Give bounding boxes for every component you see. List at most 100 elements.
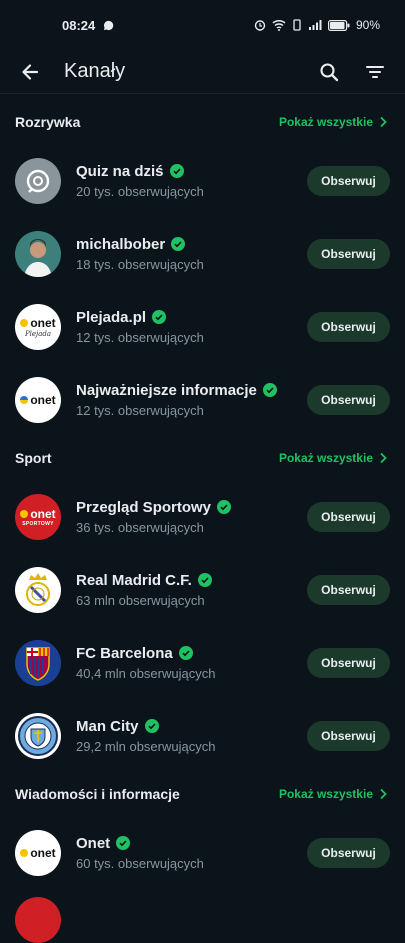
- channel-row[interactable]: Quiz na dziś 20 tys. obserwujących Obser…: [0, 144, 405, 217]
- see-all-link[interactable]: Pokaż wszystkie: [279, 451, 387, 465]
- channel-avatar-michalbober: [15, 230, 61, 277]
- follow-button[interactable]: Obserwuj: [307, 720, 390, 751]
- channel-followers: 29,2 mln obserwujących: [76, 738, 216, 754]
- channel-row[interactable]: Real Madrid C.F. 63 mln obserwujących Ob…: [0, 553, 405, 626]
- app-bar: Kanały: [0, 50, 405, 94]
- channel-avatar-real-madrid: [15, 566, 61, 613]
- channel-name: Przegląd Sportowy: [76, 498, 212, 516]
- channel-row[interactable]: michalbober 18 tys. obserwujących Obserw…: [0, 217, 405, 290]
- follow-button[interactable]: Obserwuj: [307, 574, 390, 605]
- wifi-icon: [272, 19, 286, 31]
- channel-name: FC Barcelona: [76, 644, 173, 662]
- channel-followers: 63 mln obserwujących: [76, 592, 205, 608]
- verified-icon: [262, 383, 277, 397]
- channel-row[interactable]: onet SPORTOWY Przegląd Sportowy 36 tys. …: [0, 480, 405, 553]
- follow-button[interactable]: Obserwuj: [307, 384, 390, 415]
- channel-name: Man City: [76, 717, 139, 735]
- fc-barcelona-crest-icon: [15, 639, 61, 686]
- chevron-right-icon: [380, 452, 387, 464]
- follow-button[interactable]: Obserwuj: [307, 311, 390, 342]
- verified-icon: [171, 237, 186, 251]
- channel-row-partial[interactable]: [0, 889, 405, 943]
- see-all-label: Pokaż wszystkie: [278, 451, 373, 465]
- section-title: Rozrywka: [15, 114, 81, 130]
- onet-logo: onet: [20, 845, 56, 860]
- verified-icon: [116, 836, 131, 850]
- onet-dot-icon: [20, 318, 29, 327]
- channel-avatar-najwazniejsze: onet: [15, 376, 61, 423]
- follow-button[interactable]: Obserwuj: [307, 238, 390, 269]
- onet-logo-text: onet: [30, 845, 56, 860]
- chevron-right-icon: [380, 788, 387, 800]
- filter-button[interactable]: [357, 54, 393, 90]
- channel-name: Onet: [76, 834, 111, 852]
- channel-followers: 40,4 mln obserwujących: [76, 665, 216, 681]
- page-title: Kanały: [64, 60, 126, 82]
- see-all-link[interactable]: Pokaż wszystkie: [279, 115, 387, 129]
- channel-name: Real Madrid C.F.: [76, 571, 192, 589]
- signal-icon: [308, 20, 322, 30]
- real-madrid-crest-icon: [26, 572, 50, 606]
- channel-followers: 18 tys. obserwujących: [76, 256, 204, 272]
- channel-followers: 20 tys. obserwujących: [76, 183, 204, 199]
- see-all-link[interactable]: Pokaż wszystkie: [279, 787, 387, 801]
- channel-avatar-partial: [15, 897, 61, 943]
- channel-name: Quiz na dziś: [76, 162, 164, 180]
- follow-button[interactable]: Obserwuj: [307, 647, 390, 678]
- section-header-rozrywka: Rozrywka Pokaż wszystkie: [0, 100, 405, 144]
- quiz-logo-icon: [26, 169, 50, 193]
- section-title: Sport: [15, 450, 52, 466]
- filter-icon: [365, 65, 385, 78]
- plejada-logo-text: Plejada: [24, 329, 52, 338]
- channel-followers: 12 tys. obserwujących: [76, 329, 204, 345]
- channel-avatar-man-city: [15, 712, 61, 759]
- onet-logo-text: onet: [30, 506, 56, 521]
- status-time: 08:24: [62, 17, 96, 33]
- chat-notification-icon: [104, 20, 114, 30]
- channel-avatar-przeglad: onet SPORTOWY: [15, 493, 61, 540]
- verified-icon: [178, 646, 193, 660]
- follow-button[interactable]: Obserwuj: [307, 165, 390, 196]
- section-header-wiadomosci: Wiadomości i informacje Pokaż wszystkie: [0, 772, 405, 816]
- onet-logo-text: onet: [30, 392, 56, 407]
- follow-button[interactable]: Obserwuj: [307, 501, 390, 532]
- onet-logo: onet: [20, 315, 56, 330]
- channel-avatar-barcelona: [15, 639, 61, 686]
- status-bar: 08:24 90%: [0, 0, 405, 50]
- onet-logo: onet: [20, 392, 56, 407]
- sportowy-logo-text: SPORTOWY: [22, 520, 54, 527]
- search-button[interactable]: [311, 54, 347, 90]
- follow-button[interactable]: Obserwuj: [307, 837, 390, 868]
- search-icon: [320, 62, 339, 81]
- channel-row[interactable]: onet Onet 60 tys. obserwujących Obserwuj: [0, 816, 405, 889]
- channel-followers: 12 tys. obserwujących: [76, 402, 204, 418]
- battery-percent: 90%: [355, 18, 380, 32]
- back-button[interactable]: [12, 54, 48, 90]
- alarm-icon: [254, 20, 266, 31]
- verified-icon: [197, 573, 212, 587]
- see-all-label: Pokaż wszystkie: [278, 787, 373, 801]
- back-arrow-icon: [22, 63, 39, 80]
- channel-followers: 36 tys. obserwujących: [76, 519, 204, 535]
- channel-avatar-plejada: onet Plejada: [15, 303, 61, 350]
- verified-icon: [152, 310, 167, 324]
- channel-name: michalbober: [76, 235, 166, 253]
- verified-icon: [217, 500, 232, 514]
- channel-row[interactable]: onet Plejada Plejada.pl 12 tys. obserwuj…: [0, 290, 405, 363]
- see-all-label: Pokaż wszystkie: [278, 115, 373, 129]
- vibrate-icon: [293, 19, 301, 31]
- channel-row[interactable]: FC Barcelona 40,4 mln obserwujących Obse…: [0, 626, 405, 699]
- person-photo-icon: [24, 238, 52, 277]
- channel-row[interactable]: onet Najważniejsze informacje 12 tys. ob…: [0, 363, 405, 436]
- section-title: Wiadomości i informacje: [15, 786, 180, 802]
- battery-icon: [327, 19, 350, 31]
- channel-avatar-quiz: [15, 157, 61, 204]
- verified-icon: [169, 164, 184, 178]
- channel-avatar-onet: onet: [15, 829, 61, 876]
- onet-logo-text: onet: [30, 315, 56, 330]
- onet-dot-icon: [20, 509, 29, 518]
- channel-row[interactable]: Man City 29,2 mln obserwujących Obserwuj: [0, 699, 405, 772]
- section-header-sport: Sport Pokaż wszystkie: [0, 436, 405, 480]
- man-city-crest-icon: [18, 715, 58, 756]
- onet-logo: onet: [20, 506, 56, 521]
